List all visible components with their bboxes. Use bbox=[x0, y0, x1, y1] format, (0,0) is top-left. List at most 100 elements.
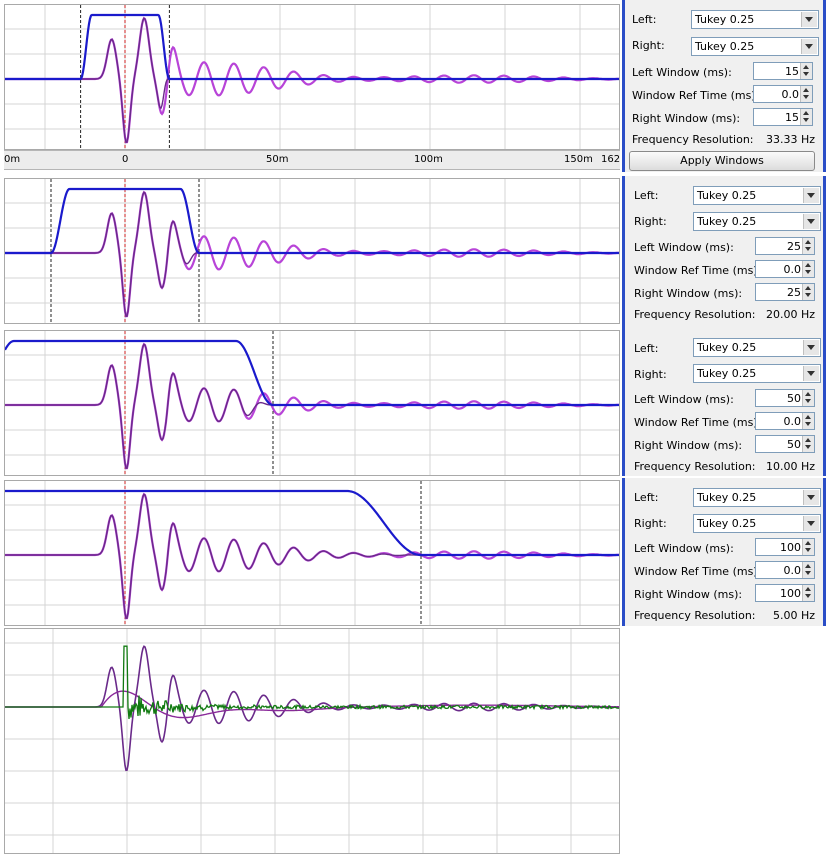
left-window-value: 25 bbox=[787, 240, 801, 253]
left-label: Left: bbox=[634, 491, 659, 504]
axis-tick-150m: 150m bbox=[564, 154, 593, 165]
spinner-arrows-icon[interactable] bbox=[802, 585, 814, 601]
right-window-value: 25 bbox=[787, 286, 801, 299]
ref-time-label: Window Ref Time (ms): bbox=[634, 416, 762, 429]
spinner-arrows-icon[interactable] bbox=[802, 238, 814, 254]
window-function-trace bbox=[5, 13, 619, 81]
right-window-value: 50 bbox=[787, 438, 801, 451]
freq-resolution-label: Frequency Resolution: bbox=[632, 133, 754, 146]
panel-header-cut: ~~~ ~~~~ ~~~ ~~~ bbox=[625, 0, 823, 3]
impulse-trace bbox=[5, 16, 619, 144]
freq-resolution-value: 5.00 Hz bbox=[772, 609, 815, 622]
freq-resolution-value: 20.00 Hz bbox=[765, 308, 815, 321]
ref-time-spinner[interactable]: 0.0 bbox=[755, 561, 815, 579]
right-window-type-value: Tukey 0.25 bbox=[697, 215, 757, 228]
window-panel-2: ~~~ ~~~~ ~~~ ~~~ Left: Tukey 0.25 Right:… bbox=[622, 176, 826, 328]
ref-time-label: Window Ref Time (ms): bbox=[634, 264, 762, 277]
spinner-arrows-icon[interactable] bbox=[802, 539, 814, 555]
left-label: Left: bbox=[634, 342, 659, 355]
ref-time-label: Window Ref Time (ms): bbox=[634, 565, 762, 578]
impulse-trace bbox=[5, 492, 619, 620]
panel-header-cut: ~~~ ~~~~ ~~~ ~~~ bbox=[625, 176, 823, 179]
right-window-label: Right Window (ms): bbox=[632, 112, 741, 125]
left-window-type-select[interactable]: Tukey 0.25 bbox=[693, 338, 821, 357]
windowed-impulse-trace bbox=[5, 343, 619, 469]
spinner-arrows-icon[interactable] bbox=[802, 436, 814, 452]
impulse-plot-100ms[interactable] bbox=[4, 480, 620, 626]
right-window-spinner[interactable]: 25 bbox=[755, 283, 815, 301]
right-window-spinner[interactable]: 15 bbox=[753, 108, 813, 126]
chevron-down-icon[interactable] bbox=[801, 12, 817, 27]
right-window-spinner[interactable]: 50 bbox=[755, 435, 815, 453]
ref-time-spinner[interactable]: 0.0 bbox=[755, 412, 815, 430]
spinner-arrows-icon[interactable] bbox=[800, 63, 812, 79]
ref-time-spinner[interactable]: 0.0 bbox=[755, 260, 815, 278]
plot-canvas-step bbox=[5, 629, 620, 853]
left-window-type-select[interactable]: Tukey 0.25 bbox=[691, 10, 819, 29]
left-window-value: 50 bbox=[787, 392, 801, 405]
right-window-type-select[interactable]: Tukey 0.25 bbox=[693, 514, 821, 533]
left-window-label: Left Window (ms): bbox=[634, 542, 734, 555]
left-window-spinner[interactable]: 15 bbox=[753, 62, 813, 80]
window-function-trace bbox=[5, 489, 619, 557]
chevron-down-icon[interactable] bbox=[803, 490, 819, 505]
axis-tick-0m: 0m bbox=[4, 154, 21, 165]
chevron-down-icon[interactable] bbox=[803, 188, 819, 203]
apply-windows-button[interactable]: Apply Windows bbox=[629, 151, 815, 171]
plot-canvas-15ms bbox=[5, 5, 619, 149]
impulse-plot-15ms[interactable] bbox=[4, 4, 620, 150]
chevron-down-icon[interactable] bbox=[801, 39, 817, 54]
left-window-value: 100 bbox=[780, 541, 801, 554]
right-window-type-select[interactable]: Tukey 0.25 bbox=[691, 37, 819, 56]
impulse-plot-50ms[interactable] bbox=[4, 330, 620, 476]
windowed-impulse-trace bbox=[5, 493, 619, 619]
left-window-type-value: Tukey 0.25 bbox=[697, 189, 757, 202]
left-window-type-select[interactable]: Tukey 0.25 bbox=[693, 488, 821, 507]
spinner-arrows-icon[interactable] bbox=[802, 562, 814, 578]
windowed-impulse-trace bbox=[5, 17, 619, 143]
window-function-trace bbox=[5, 187, 619, 255]
windowed-impulse-trace bbox=[5, 191, 619, 317]
ref-time-spinner[interactable]: 0.0 bbox=[753, 85, 813, 103]
right-window-type-value: Tukey 0.25 bbox=[695, 40, 755, 53]
right-window-type-select[interactable]: Tukey 0.25 bbox=[693, 212, 821, 231]
impulse-trace bbox=[5, 342, 619, 470]
spinner-arrows-icon[interactable] bbox=[802, 284, 814, 300]
step-noise-trace bbox=[5, 645, 620, 720]
ref-time-value: 0.0 bbox=[783, 415, 802, 428]
right-window-type-select[interactable]: Tukey 0.25 bbox=[693, 364, 821, 383]
left-window-type-select[interactable]: Tukey 0.25 bbox=[693, 186, 821, 205]
right-label: Right: bbox=[632, 39, 665, 52]
right-label: Right: bbox=[634, 215, 667, 228]
spinner-arrows-icon[interactable] bbox=[802, 413, 814, 429]
chevron-down-icon[interactable] bbox=[803, 340, 819, 355]
left-window-type-value: Tukey 0.25 bbox=[695, 13, 755, 26]
impulse-trace bbox=[5, 190, 619, 318]
right-window-value: 100 bbox=[780, 587, 801, 600]
spinner-arrows-icon[interactable] bbox=[800, 109, 812, 125]
chevron-down-icon[interactable] bbox=[803, 516, 819, 531]
spinner-arrows-icon[interactable] bbox=[800, 86, 812, 102]
chevron-down-icon[interactable] bbox=[803, 214, 819, 229]
window-panel-4: ~~~ ~~~~ ~~~ ~~~ Left: Tukey 0.25 Right:… bbox=[622, 478, 826, 626]
impulse-plot-25ms[interactable] bbox=[4, 178, 620, 324]
right-window-spinner[interactable]: 100 bbox=[755, 584, 815, 602]
left-window-type-value: Tukey 0.25 bbox=[697, 491, 757, 504]
axis-tick-50m: 50m bbox=[266, 154, 289, 165]
left-window-label: Left Window (ms): bbox=[634, 393, 734, 406]
axis-tick-162: 162 bbox=[601, 154, 621, 165]
right-label: Right: bbox=[634, 368, 667, 381]
plot-canvas-50ms bbox=[5, 331, 619, 475]
left-window-type-value: Tukey 0.25 bbox=[697, 341, 757, 354]
spinner-arrows-icon[interactable] bbox=[802, 261, 814, 277]
chevron-down-icon[interactable] bbox=[803, 366, 819, 381]
plot-canvas-100ms bbox=[5, 481, 619, 625]
step-response-plot[interactable] bbox=[4, 628, 620, 854]
left-window-spinner[interactable]: 100 bbox=[755, 538, 815, 556]
window-panel-1: ~~~ ~~~~ ~~~ ~~~ Left: Tukey 0.25 Right:… bbox=[622, 0, 826, 172]
right-label: Right: bbox=[634, 517, 667, 530]
left-window-spinner[interactable]: 25 bbox=[755, 237, 815, 255]
left-window-spinner[interactable]: 50 bbox=[755, 389, 815, 407]
spinner-arrows-icon[interactable] bbox=[802, 390, 814, 406]
axis-tick-100m: 100m bbox=[414, 154, 443, 165]
